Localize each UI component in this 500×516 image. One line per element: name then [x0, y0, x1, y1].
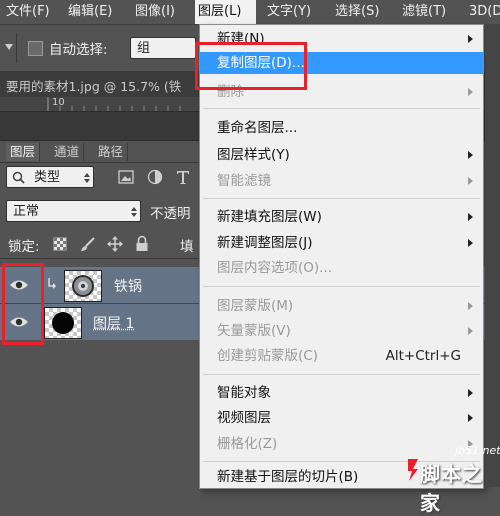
menu-item-label: 视频图层 — [217, 410, 271, 426]
menu-item-smart-filter[interactable]: 智能滤镜 — [200, 170, 483, 192]
layer-name[interactable]: 铁锅 — [114, 276, 142, 296]
pot-thumbnail-image — [65, 271, 101, 301]
document-title: 要用的素材1.jpg @ 15.7% (铁 — [6, 76, 181, 95]
menu-item-label: 矢量蒙版(V) — [217, 323, 291, 339]
submenu-arrow-icon — [468, 414, 473, 422]
menu-item-rename-layer[interactable]: 重命名图层... — [200, 117, 483, 139]
menu-file[interactable]: 文件(F) — [3, 0, 53, 24]
menu-item-vector-mask[interactable]: 矢量蒙版(V) — [200, 320, 483, 342]
menu-item-layer-mask[interactable]: 图层蒙版(M) — [200, 295, 483, 317]
menu-separator — [203, 286, 480, 287]
menu-item-new-adjustment-layer[interactable]: 新建调整图层(J) — [200, 232, 483, 254]
fill-label: 填 — [180, 235, 194, 255]
submenu-arrow-icon — [468, 88, 473, 96]
ruler-ticks — [0, 97, 200, 111]
submenu-arrow-icon — [468, 239, 473, 247]
lock-all-icon[interactable] — [135, 235, 149, 252]
menu-3d[interactable]: 3D(D — [466, 0, 500, 24]
menu-item-label: 图层内容选项(O)... — [217, 260, 332, 276]
auto-select-checkbox[interactable] — [28, 41, 43, 56]
lock-position-move-icon[interactable] — [107, 236, 123, 252]
menu-item-shortcut: Alt+Ctrl+G — [386, 345, 461, 367]
menu-item-label: 图层样式(Y) — [217, 147, 290, 163]
tab-paths[interactable]: 路径 — [94, 143, 128, 161]
submenu-arrow-icon — [468, 302, 473, 310]
submenu-arrow-icon — [468, 177, 473, 185]
watermark-brand: 脚本之家 — [420, 458, 500, 516]
menu-item-label: 新建填充图层(W) — [217, 209, 322, 225]
menu-separator — [203, 198, 480, 199]
submenu-arrow-icon — [468, 213, 473, 221]
submenu-arrow-icon — [468, 151, 473, 159]
layer-thumbnail — [64, 270, 102, 302]
submenu-arrow-icon — [468, 327, 473, 335]
stepper-icon — [83, 172, 91, 184]
menu-separator — [203, 374, 480, 375]
menu-item-label: 智能滤镜 — [217, 173, 271, 189]
layer-name[interactable]: 图层 1 — [93, 313, 134, 333]
search-icon — [12, 171, 25, 184]
menu-item-label: 智能对象 — [217, 385, 271, 401]
menu-item-smart-object[interactable]: 智能对象 — [200, 382, 483, 404]
menu-item-label: 图层蒙版(M) — [217, 298, 293, 314]
menu-item-layer-content-options[interactable]: 图层内容选项(O)... — [200, 257, 483, 279]
menu-edit[interactable]: 编辑(E) — [65, 0, 115, 24]
clipping-arrow-icon — [47, 277, 57, 291]
menu-filter[interactable]: 滤镜(T) — [399, 0, 449, 24]
black-circle-thumbnail-image — [45, 308, 81, 338]
lock-label: 锁定: — [8, 235, 40, 255]
lock-pixels-brush-icon[interactable] — [80, 236, 96, 252]
menu-separator — [203, 108, 480, 109]
watermark-site: jb51.net — [455, 444, 500, 457]
blend-mode-value: 正常 — [13, 204, 39, 219]
submenu-arrow-icon — [468, 389, 473, 397]
layer-filter-dropdown[interactable]: 类型 — [6, 166, 94, 188]
menu-layer[interactable]: 图层(L) — [195, 0, 256, 24]
blend-mode-dropdown[interactable]: 正常 — [6, 200, 141, 222]
ruler-label: 10 — [52, 97, 65, 108]
menu-item-label: 创建剪贴蒙版(C) — [217, 348, 318, 364]
submenu-arrow-icon — [468, 35, 473, 43]
tab-channels[interactable]: 通道 — [50, 143, 84, 161]
menu-bar: 文件(F) 编辑(E) 图像(I) 图层(L) 文字(Y) 选择(S) 滤镜(T… — [0, 0, 500, 25]
lock-transparency-icon[interactable] — [53, 237, 67, 251]
auto-select-label: 自动选择: — [49, 38, 108, 58]
layer-menu-dropdown: 新建(N) 复制图层(D)... 删除 重命名图层... 图层样式(Y) 智能滤… — [199, 24, 484, 489]
layer-filter-value: 类型 — [34, 167, 60, 189]
menu-item-new-fill-layer[interactable]: 新建填充图层(W) — [200, 206, 483, 228]
menu-image[interactable]: 图像(I) — [132, 0, 178, 24]
menu-select[interactable]: 选择(S) — [332, 0, 382, 24]
layer-thumbnail — [44, 307, 82, 339]
stepper-icon — [130, 206, 138, 218]
menu-item-label: 栅格化(Z) — [217, 436, 277, 452]
menu-item-rasterize[interactable]: 栅格化(Z) — [200, 433, 483, 455]
auto-select-value: 组 — [137, 41, 150, 56]
menu-item-label: 新建基于图层的切片(B) — [217, 469, 358, 485]
opacity-label: 不透明 — [150, 202, 191, 222]
menu-item-label: 新建调整图层(J) — [217, 235, 313, 251]
adjustment-filter-icon[interactable] — [147, 169, 163, 185]
annotation-highlight-box — [195, 42, 307, 90]
tab-layers[interactable]: 图层 — [6, 143, 40, 161]
menu-item-layer-style[interactable]: 图层样式(Y) — [200, 144, 483, 166]
type-filter-icon[interactable] — [176, 169, 190, 185]
menu-item-create-clipping-mask[interactable]: 创建剪贴蒙版(C) Alt+Ctrl+G — [200, 345, 483, 367]
watermark-logo-icon — [405, 455, 421, 483]
tool-preset-arrow-icon[interactable] — [3, 40, 15, 54]
annotation-highlight-box — [2, 263, 44, 345]
image-filter-icon[interactable] — [118, 170, 134, 184]
auto-select-dropdown[interactable]: 组 — [130, 37, 196, 59]
scrollbar-track[interactable] — [485, 24, 500, 487]
menu-item-video-layer[interactable]: 视频图层 — [200, 407, 483, 429]
divider — [16, 33, 17, 63]
menu-type[interactable]: 文字(Y) — [264, 0, 314, 24]
menu-item-label: 重命名图层... — [217, 120, 297, 136]
